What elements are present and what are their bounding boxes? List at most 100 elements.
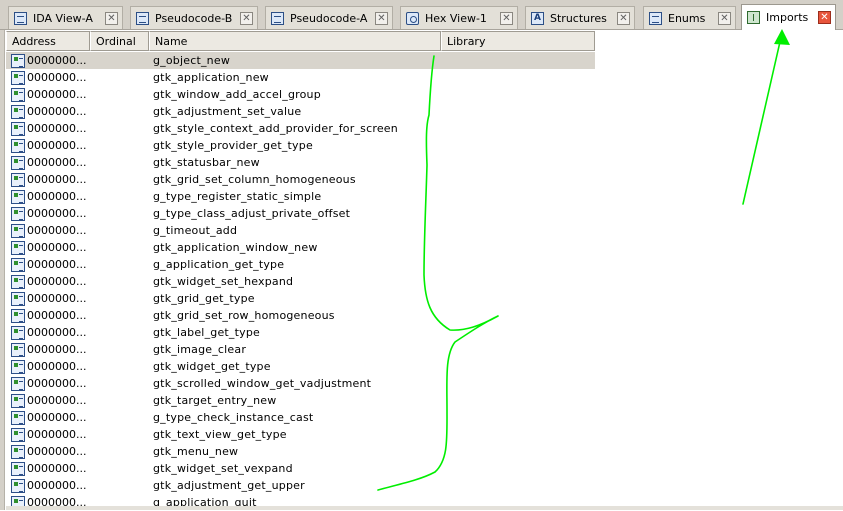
name-cell: gtk_text_view_get_type: [153, 428, 287, 441]
tab-structures[interactable]: A Structures ✕: [525, 6, 635, 29]
ida-view-icon: [14, 11, 27, 25]
address-cell: 0000000...: [27, 156, 87, 169]
table-row[interactable]: 0000000... gtk_statusbar_new: [6, 154, 260, 171]
name-cell: gtk_adjustment_get_upper: [153, 479, 305, 492]
close-icon[interactable]: ✕: [105, 11, 118, 25]
table-row[interactable]: 0000000... gtk_widget_set_vexpand: [6, 460, 293, 477]
import-function-icon: [11, 189, 25, 204]
address-cell: 0000000...: [27, 309, 87, 322]
tab-enums[interactable]: Enums ✕: [643, 6, 736, 29]
import-function-icon: [11, 53, 25, 68]
close-icon[interactable]: ✕: [718, 11, 731, 25]
close-icon[interactable]: ✕: [500, 11, 513, 25]
import-function-icon: [11, 257, 25, 272]
table-row[interactable]: 0000000... g_object_new: [6, 52, 595, 69]
table-row[interactable]: 0000000... gtk_style_context_add_provider…: [6, 120, 398, 137]
table-row[interactable]: 0000000... gtk_scrolled_window_get_vadjus…: [6, 375, 371, 392]
tab-label: Imports: [766, 11, 809, 24]
name-cell: gtk_label_get_type: [153, 326, 261, 339]
name-cell: gtk_style_provider_get_type: [153, 139, 313, 152]
table-row[interactable]: 0000000... gtk_menu_new: [6, 443, 238, 460]
import-function-icon: [11, 138, 25, 153]
table-row[interactable]: 0000000... gtk_widget_get_type: [6, 358, 271, 375]
table-row[interactable]: 0000000... gtk_window_add_accel_group: [6, 86, 321, 103]
table-row[interactable]: 0000000... gtk_widget_set_hexpand: [6, 273, 293, 290]
table-row[interactable]: 0000000... gtk_label_get_type: [6, 324, 260, 341]
table-row[interactable]: 0000000... gtk_application_new: [6, 69, 269, 86]
address-cell: 0000000...: [27, 122, 87, 135]
address-cell: 0000000...: [27, 224, 87, 237]
tab-label: Pseudocode-B: [155, 11, 233, 25]
close-icon[interactable]: ✕: [818, 11, 831, 24]
name-cell: gtk_scrolled_window_get_vadjustment: [153, 377, 372, 390]
address-cell: 0000000...: [27, 411, 87, 424]
table-row[interactable]: 0000000... gtk_application_window_new: [6, 239, 317, 256]
tab-label: Structures: [550, 11, 607, 25]
name-cell: gtk_menu_new: [153, 445, 239, 458]
import-function-icon: [11, 359, 25, 374]
column-header-library[interactable]: Library: [441, 31, 595, 51]
address-cell: 0000000...: [27, 462, 87, 475]
table-row[interactable]: 0000000... g_application_get_type: [6, 256, 284, 273]
import-function-icon: [11, 104, 25, 119]
tab-pseudocode-a[interactable]: Pseudocode-A ✕: [265, 6, 393, 29]
name-cell: gtk_grid_set_column_homogeneous: [153, 173, 356, 186]
name-cell: gtk_window_add_accel_group: [153, 88, 321, 101]
selection-highlight: [6, 52, 595, 69]
column-header-address[interactable]: Address: [6, 31, 90, 51]
address-cell: 0000000...: [27, 326, 87, 339]
table-row[interactable]: 0000000... g_type_class_adjust_private_of…: [6, 205, 350, 222]
table-body: 0000000... g_object_new 0000000... gtk_appl…: [6, 52, 595, 511]
imports-icon: [747, 11, 760, 24]
import-function-icon: [11, 393, 25, 408]
address-cell: 0000000...: [27, 360, 87, 373]
address-cell: 0000000...: [27, 207, 87, 220]
table-row[interactable]: 0000000... gtk_adjustment_get_upper: [6, 477, 305, 494]
table-header: Address Ordinal Name Library: [6, 31, 595, 51]
tab-imports[interactable]: Imports ✕: [741, 4, 836, 30]
name-cell: g_type_class_adjust_private_offset: [153, 207, 351, 220]
pseudocode-icon: [271, 11, 284, 25]
column-header-ordinal[interactable]: Ordinal: [90, 31, 149, 51]
table-row[interactable]: 0000000... g_type_register_static_simple: [6, 188, 321, 205]
name-cell: g_application_get_type: [153, 258, 285, 271]
tab-hex-view-1[interactable]: Hex View-1 ✕: [400, 6, 518, 29]
name-cell: g_object_new: [153, 54, 231, 67]
table-row[interactable]: 0000000... g_type_check_instance_cast: [6, 409, 313, 426]
address-cell: 0000000...: [27, 190, 87, 203]
import-function-icon: [11, 427, 25, 442]
tab-ida-view-a[interactable]: IDA View-A ✕: [8, 6, 123, 29]
address-cell: 0000000...: [27, 139, 87, 152]
table-row[interactable]: 0000000... gtk_grid_get_type: [6, 290, 255, 307]
table-row[interactable]: 0000000... g_timeout_add: [6, 222, 237, 239]
enums-icon: [649, 11, 662, 25]
tab-label: Hex View-1: [425, 11, 487, 25]
column-header-name[interactable]: Name: [149, 31, 441, 51]
table-row[interactable]: 0000000... gtk_grid_set_row_homogeneous: [6, 307, 335, 324]
table-row[interactable]: 0000000... gtk_text_view_get_type: [6, 426, 287, 443]
name-cell: gtk_adjustment_set_value: [153, 105, 302, 118]
address-cell: 0000000...: [27, 173, 87, 186]
import-function-icon: [11, 444, 25, 459]
table-row[interactable]: 0000000... gtk_image_clear: [6, 341, 246, 358]
address-cell: 0000000...: [27, 258, 87, 271]
close-icon[interactable]: ✕: [375, 11, 388, 25]
tab-label: Pseudocode-A: [290, 11, 368, 25]
table-row[interactable]: 0000000... gtk_grid_set_column_homogeneou…: [6, 171, 356, 188]
tab-pseudocode-b[interactable]: Pseudocode-B ✕: [130, 6, 258, 29]
close-icon[interactable]: ✕: [617, 11, 630, 25]
name-cell: gtk_application_new: [153, 71, 269, 84]
name-cell: g_timeout_add: [153, 224, 238, 237]
import-function-icon: [11, 342, 25, 357]
close-icon[interactable]: ✕: [240, 11, 253, 25]
horizontal-scrollbar[interactable]: [6, 506, 843, 510]
table-row[interactable]: 0000000... gtk_target_entry_new: [6, 392, 276, 409]
name-cell: gtk_style_context_add_provider_for_scree…: [153, 122, 398, 135]
table-row[interactable]: 0000000... gtk_style_provider_get_type: [6, 137, 313, 154]
name-cell: gtk_statusbar_new: [153, 156, 260, 169]
import-function-icon: [11, 223, 25, 238]
table-row[interactable]: 0000000... gtk_adjustment_set_value: [6, 103, 301, 120]
name-cell: g_type_check_instance_cast: [153, 411, 314, 424]
address-cell: 0000000...: [27, 394, 87, 407]
address-cell: 0000000...: [27, 275, 87, 288]
